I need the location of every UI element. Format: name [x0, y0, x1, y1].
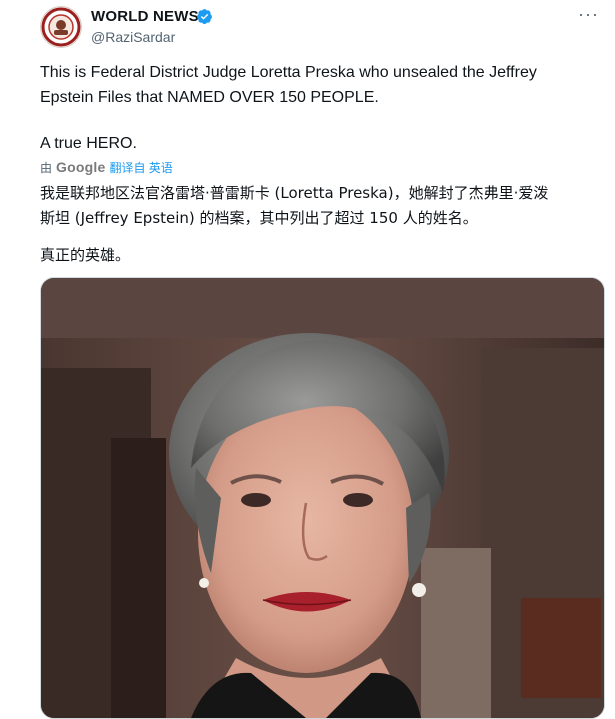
google-logo: Google	[56, 159, 106, 175]
avatar[interactable]	[40, 6, 82, 48]
tweet-text-line: Epstein Files that NAMED OVER 150 PEOPLE…	[40, 89, 379, 106]
translated-text-line: 斯坦 (Jeffrey Epstein) 的档案，其中列出了超过 150 人的姓…	[40, 209, 478, 227]
world-news-logo-icon	[41, 7, 81, 47]
more-horizontal-icon[interactable]: ···	[578, 5, 602, 24]
translated-text: 我是联邦地区法官洛雷塔·普雷斯卡 (Loretta Preska)，她解封了杰弗…	[40, 181, 605, 231]
translation-attribution: 由 Google 翻译自 英语	[40, 158, 173, 176]
tweet-hero-line: A true HERO.	[40, 135, 137, 152]
translated-text-line: 我是联邦地区法官洛雷塔·普雷斯卡 (Loretta Preska)，她解封了杰弗…	[40, 184, 549, 202]
tweet-photo[interactable]	[40, 277, 605, 719]
tweet-text-line: This is Federal District Judge Loretta P…	[40, 64, 537, 81]
translated-by-label: 由	[40, 160, 53, 175]
tweet-text: This is Federal District Judge Loretta P…	[40, 60, 600, 110]
portrait-photo-image	[41, 278, 604, 718]
display-name[interactable]: WORLD NEWS	[91, 8, 199, 25]
tweet: WORLD NEWS @RaziSardar ··· This is Feder…	[0, 0, 615, 719]
translated-from-link[interactable]: 翻译自 英语	[109, 159, 172, 176]
user-handle[interactable]: @RaziSardar	[91, 29, 175, 45]
translated-hero-line: 真正的英雄。	[40, 246, 131, 264]
verified-badge-icon	[197, 9, 212, 25]
